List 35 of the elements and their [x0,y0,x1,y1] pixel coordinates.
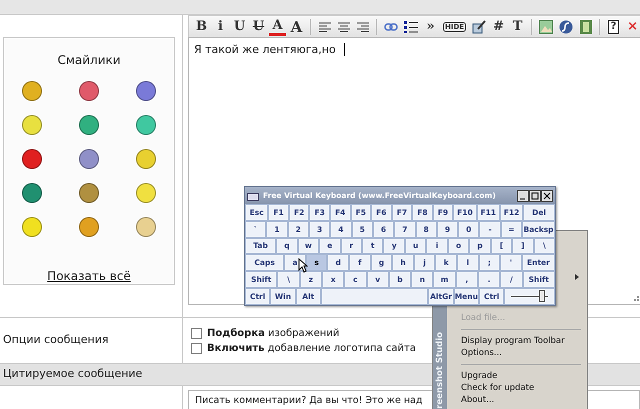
mouse-pointer-icon [298,258,308,273]
format-button[interactable]: i [212,18,229,36]
options-label: Опции сообщения [3,332,109,348]
window-controls-icon[interactable] [517,190,553,202]
keyboard-icon [247,190,259,200]
option-label: Подборка изображений [207,326,340,340]
flash-icon[interactable] [557,18,576,36]
panel-title: Смайлики [57,52,121,69]
format-button[interactable]: # [490,18,508,36]
format-button[interactable]: × [624,18,640,36]
image-edit-icon[interactable] [470,18,488,36]
menu-item[interactable]: Upgrade [447,370,587,382]
format-button[interactable]: U [231,18,248,36]
format-button[interactable]: B [193,18,210,36]
opacity-slider[interactable] [504,288,555,305]
menu-item[interactable]: Options... [447,347,587,359]
menu-item[interactable]: About... [447,394,587,406]
slider-thumb[interactable] [539,290,546,302]
format-button[interactable]: » [422,18,439,36]
font-color-button[interactable]: A [269,18,286,36]
checkbox[interactable] [191,328,202,338]
show-all-link[interactable]: Показать всё [47,267,131,285]
menu-item[interactable]: Display program Toolbar [447,335,587,347]
section-header: Цитируемое сообщение [3,366,142,382]
checkbox[interactable] [191,342,202,354]
format-button[interactable]: T [509,18,526,36]
option-label: Включить добавление логотипа сайта [207,342,416,356]
message-text: Я такой же лентяюга,но [194,43,336,56]
font-size-button[interactable]: A [288,18,305,36]
picture-icon[interactable] [537,18,556,36]
film-icon[interactable] [577,18,594,36]
submenu-arrow-icon [575,274,579,280]
text-cursor [344,43,345,56]
strikethrough-button[interactable]: U [250,18,267,36]
resize-grip-icon[interactable] [634,293,640,301]
